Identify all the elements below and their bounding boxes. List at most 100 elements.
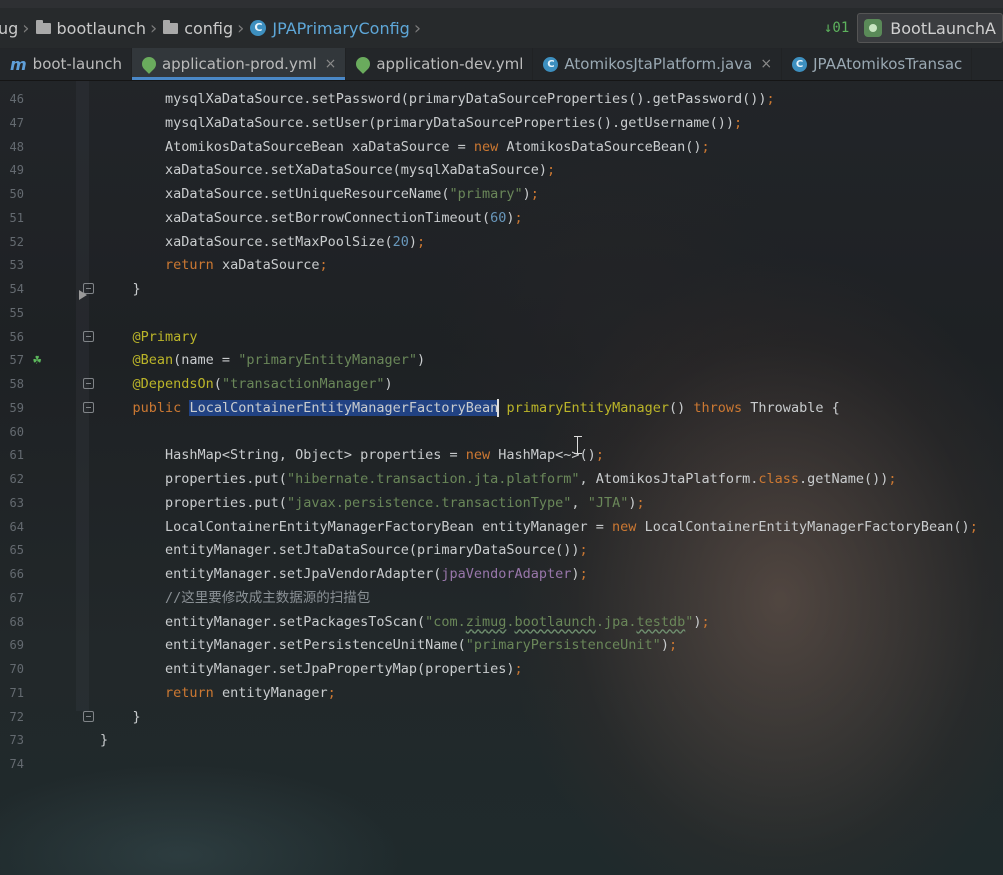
- run-configuration-selector[interactable]: BootLaunchA: [857, 13, 1003, 43]
- line-number: 63: [9, 495, 24, 510]
- gutter-arrow-icon: [79, 290, 87, 300]
- code-line[interactable]: 52 xaDataSource.setMaxPoolSize(20);: [0, 230, 1003, 254]
- breadcrumb-item-bootlaunch[interactable]: bootlaunch ›: [35, 18, 164, 39]
- breadcrumb-label: JPAPrimaryConfig: [272, 18, 410, 38]
- breadcrumb-item-jpaprimaryconfig[interactable]: C JPAPrimaryConfig ›: [250, 18, 427, 39]
- mouse-ibeam-cursor-icon: [574, 436, 585, 454]
- code-line[interactable]: 62 properties.put("hibernate.transaction…: [0, 467, 1003, 491]
- code-line[interactable]: 72 }: [0, 705, 1003, 729]
- code-line[interactable]: 69 entityManager.setPersistenceUnitName(…: [0, 633, 1003, 657]
- tab-jpaatomikostransac[interactable]: C JPAAtomikosTransac: [782, 48, 973, 80]
- code-text: xaDataSource.setUniqueResourceName("prim…: [100, 186, 539, 202]
- line-number: 62: [9, 472, 24, 486]
- line-number: 60: [9, 424, 24, 439]
- tab-atomikosjtaplatform-java[interactable]: C AtomikosJtaPlatform.java ×: [533, 48, 783, 80]
- toolbar-right: ↓01 BootLaunchA: [824, 8, 1003, 48]
- code-line[interactable]: 56 @Primary: [0, 325, 1003, 349]
- line-number: 54: [9, 282, 24, 296]
- line-number: 71: [9, 685, 24, 700]
- code-line[interactable]: 64 LocalContainerEntityManagerFactoryBea…: [0, 515, 1003, 539]
- code-line[interactable]: 49 xaDataSource.setXaDataSource(mysqlXaD…: [0, 158, 1003, 182]
- code-line[interactable]: 48 AtomikosDataSourceBean xaDataSource =…: [0, 135, 1003, 159]
- line-number: 65: [9, 543, 24, 558]
- folder-icon: [35, 19, 51, 34]
- code-text: entityManager.setJtaDataSource(primaryDa…: [100, 542, 588, 559]
- code-line[interactable]: 55: [0, 301, 1003, 325]
- code-line[interactable]: 73}: [0, 728, 1003, 752]
- code-line[interactable]: 63 properties.put("javax.persistence.tra…: [0, 491, 1003, 515]
- folder-icon: [163, 19, 179, 34]
- code-text: entityManager.setJpaPropertyMap(properti…: [100, 661, 523, 677]
- tab-application-dev-yml[interactable]: application-dev.yml: [346, 48, 534, 80]
- line-number: 55: [9, 305, 24, 320]
- fold-toggle-icon[interactable]: [83, 401, 94, 413]
- code-editor[interactable]: 46 mysqlXaDataSource.setPassword(primary…: [0, 81, 1003, 875]
- code-line[interactable]: 68 entityManager.setPackagesToScan("com.…: [0, 610, 1003, 634]
- line-number: 58: [9, 377, 24, 391]
- code-line[interactable]: 51 xaDataSource.setBorrowConnectionTimeo…: [0, 206, 1003, 230]
- code-line[interactable]: 47 mysqlXaDataSource.setUser(primaryData…: [0, 111, 1003, 135]
- code-line[interactable]: 50 xaDataSource.setUniqueResourceName("p…: [0, 182, 1003, 206]
- close-tab-icon[interactable]: ×: [325, 56, 337, 72]
- line-number: 56: [9, 329, 24, 344]
- tab-boot-launch[interactable]: m boot-launch: [0, 48, 132, 80]
- code-line[interactable]: 57 ☘ @Bean(name = "primaryEntityManager"): [0, 348, 1003, 372]
- code-text: return xaDataSource;: [165, 257, 328, 274]
- fold-toggle-icon[interactable]: [83, 378, 94, 389]
- code-text: entityManager.setJpaVendorAdapter(jpaVen…: [100, 566, 588, 582]
- breadcrumb-item-config[interactable]: config ›: [163, 18, 250, 39]
- vcs-update-icon[interactable]: ↓01: [824, 20, 849, 36]
- line-number: 48: [9, 139, 24, 154]
- code-line[interactable]: 54 }: [0, 277, 1003, 301]
- spring-bean-gutter-icon[interactable]: ☘: [33, 352, 49, 368]
- breadcrumb-item-ug[interactable]: ug ›: [0, 18, 36, 39]
- line-number: 59: [9, 400, 24, 415]
- spring-yml-icon: [353, 54, 374, 74]
- code-line[interactable]: 66 entityManager.setJpaVendorAdapter(jpa…: [0, 562, 1003, 586]
- code-line[interactable]: 58 @DependsOn("transactionManager"): [0, 372, 1003, 396]
- fold-toggle-icon[interactable]: [83, 330, 94, 342]
- code-line[interactable]: 61 HashMap<String, Object> properties = …: [0, 443, 1003, 467]
- code-text: }: [100, 732, 109, 749]
- tab-application-prod-yml[interactable]: application-prod.yml ×: [131, 48, 347, 80]
- code-line[interactable]: 60: [0, 420, 1003, 444]
- code-line[interactable]: 65 entityManager.setJtaDataSource(primar…: [0, 538, 1003, 562]
- tab-label: application-dev.yml: [376, 55, 524, 73]
- tab-label: boot-launch: [32, 55, 122, 73]
- line-number: 46: [9, 92, 24, 106]
- code-text: entityManager.setPersistenceUnitName("pr…: [100, 637, 678, 654]
- code-text: mysqlXaDataSource.setPassword(primaryDat…: [100, 91, 775, 107]
- line-number: 61: [9, 448, 24, 463]
- line-number: 52: [9, 234, 24, 249]
- code-text: xaDataSource.setMaxPoolSize(20);: [100, 233, 426, 250]
- line-number: 47: [9, 115, 24, 130]
- tab-label: application-prod.yml: [161, 55, 317, 73]
- code-text: properties.put("hibernate.transaction.jt…: [100, 471, 897, 487]
- code-text: xaDataSource.setXaDataSource(mysqlXaData…: [100, 162, 556, 179]
- line-number: 69: [9, 638, 24, 653]
- code-text: //这里要修改成主数据源的扫描包: [165, 589, 371, 606]
- code-text: public LocalContainerEntityManagerFactor…: [132, 398, 840, 417]
- fold-toggle-icon[interactable]: [83, 710, 94, 722]
- code-line[interactable]: 70 entityManager.setJpaPropertyMap(prope…: [0, 657, 1003, 681]
- code-line[interactable]: 46 mysqlXaDataSource.setPassword(primary…: [0, 87, 1003, 111]
- java-class-icon: C: [792, 56, 808, 72]
- close-tab-icon[interactable]: ×: [760, 56, 772, 72]
- code-text: mysqlXaDataSource.setUser(primaryDataSou…: [100, 114, 743, 131]
- code-line[interactable]: 74: [0, 752, 1003, 776]
- line-number: 74: [9, 757, 24, 771]
- window-top-strip: [0, 0, 1003, 8]
- breadcrumb-separator-icon: ›: [237, 17, 245, 39]
- navigation-bar: ug › bootlaunch › config › C JPAPrimaryConfig › …: [0, 8, 1003, 49]
- code-line[interactable]: 67 //这里要修改成主数据源的扫描包: [0, 586, 1003, 610]
- code-text: entityManager.setPackagesToScan("com.zim…: [100, 613, 710, 630]
- line-number: 50: [9, 187, 24, 201]
- code-text: }: [100, 708, 141, 725]
- breadcrumb-label: ug: [0, 18, 19, 38]
- code-line[interactable]: 59 public LocalContainerEntityManagerFac…: [0, 396, 1003, 420]
- java-class-icon: C: [543, 56, 559, 72]
- line-number: 73: [9, 733, 24, 748]
- tab-label: AtomikosJtaPlatform.java: [564, 55, 753, 73]
- code-line[interactable]: 71 return entityManager;: [0, 681, 1003, 705]
- code-line[interactable]: 53 return xaDataSource;: [0, 253, 1003, 277]
